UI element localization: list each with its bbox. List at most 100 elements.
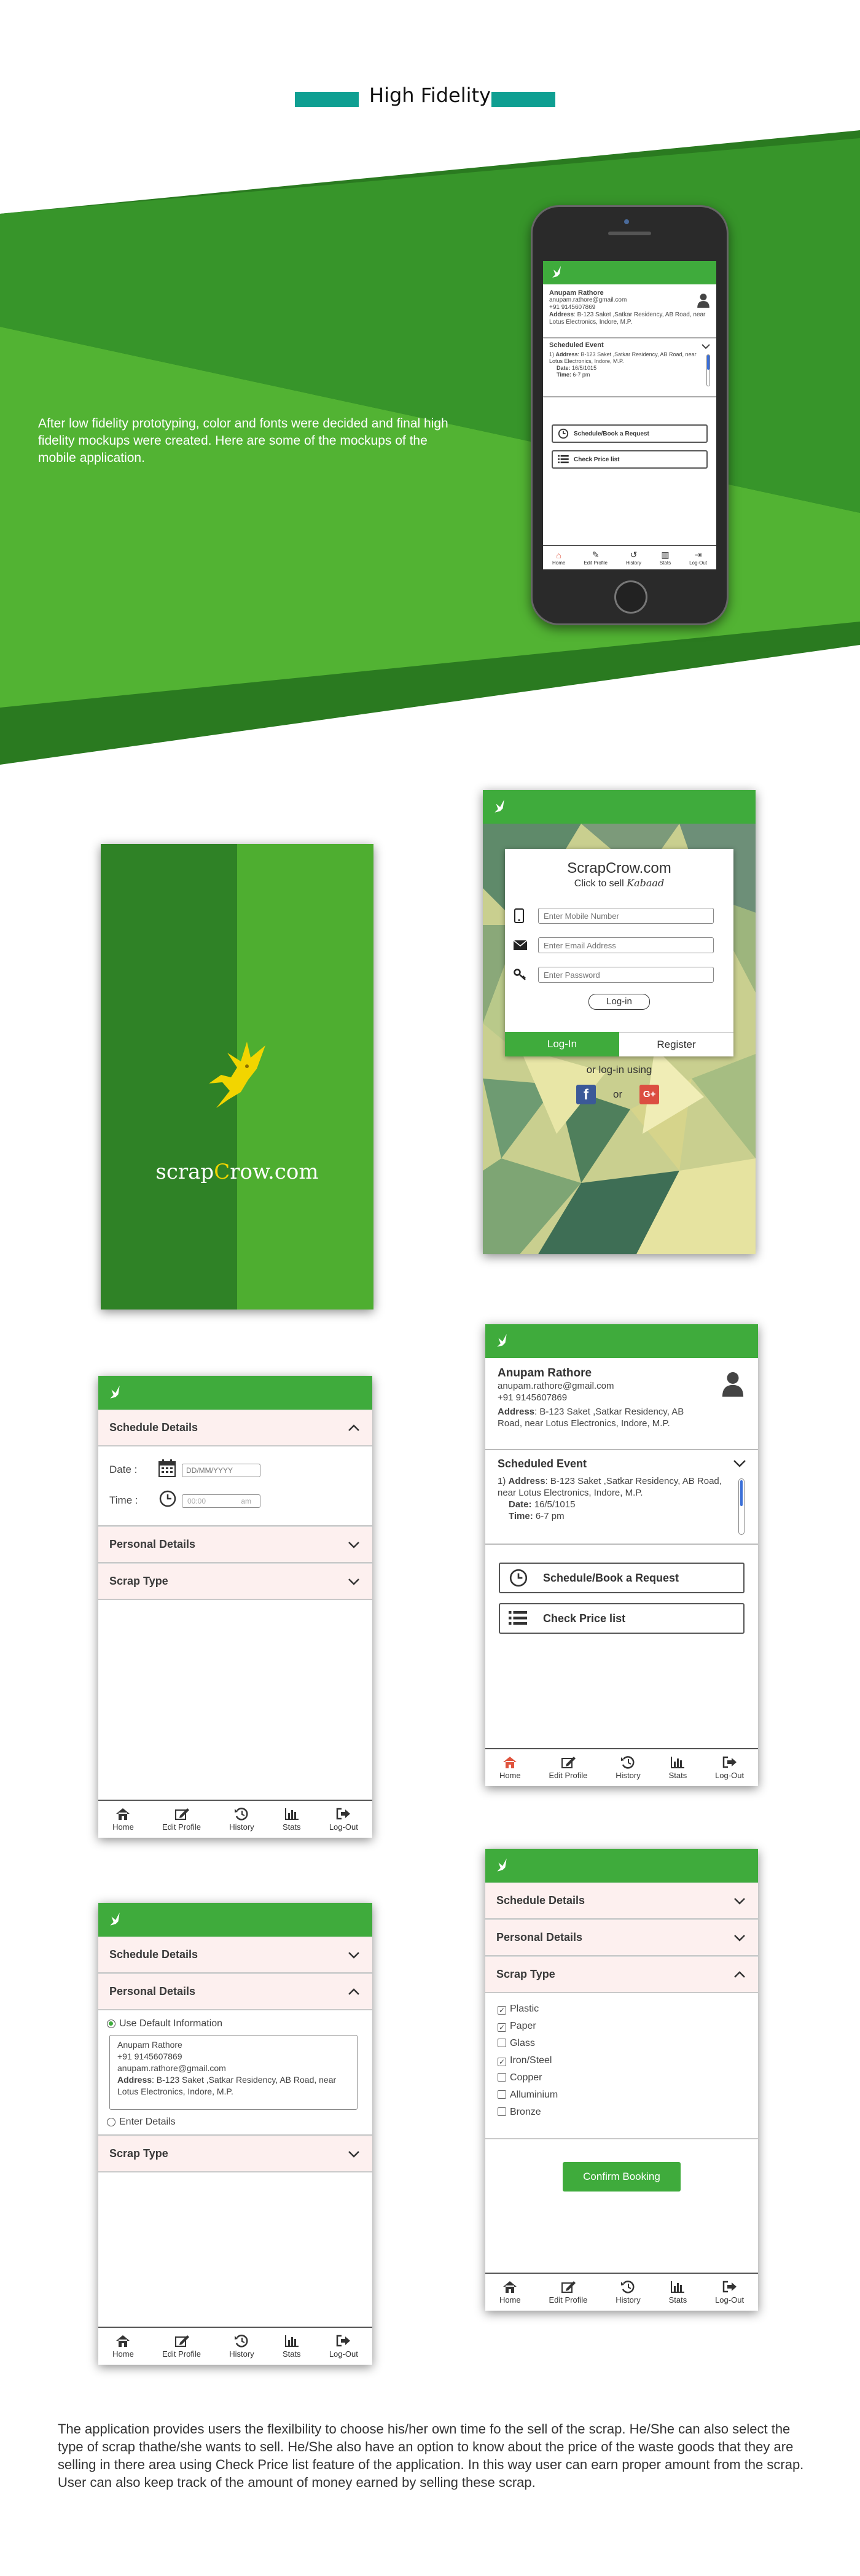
password-input[interactable] xyxy=(538,967,714,983)
nav-logout[interactable]: Log-Out xyxy=(715,2280,744,2305)
section-schedule-details[interactable]: Schedule Details xyxy=(485,1883,758,1919)
section-scrap-type[interactable]: Scrap Type xyxy=(485,1956,758,1993)
nav-edit-profile[interactable]: Edit Profile xyxy=(162,1807,201,1832)
nav-edit-profile[interactable]: Edit Profile xyxy=(549,2280,587,2305)
nav-home[interactable]: Home xyxy=(112,1807,134,1832)
nav-history[interactable]: History xyxy=(616,1755,641,1780)
enter-details-radio[interactable]: Enter Details xyxy=(107,2116,176,2128)
date-input[interactable] xyxy=(182,1464,260,1477)
mobile-input[interactable] xyxy=(538,908,714,924)
facebook-icon[interactable]: f xyxy=(576,1085,596,1104)
default-info-box: Anupam Rathore +91 9145607869 anupam.rat… xyxy=(109,2035,358,2110)
nav-stats[interactable]: Stats xyxy=(283,1807,301,1832)
checkbox-checked[interactable]: ✓ xyxy=(498,2058,506,2066)
crow-icon xyxy=(497,1333,507,1347)
personal-address-label: Address xyxy=(117,2075,152,2085)
section-personal-details[interactable]: Personal Details xyxy=(485,1919,758,1956)
mini-scrollbar xyxy=(706,354,710,386)
chevron-down-icon[interactable] xyxy=(732,1458,747,1470)
scrap-option-paper[interactable]: ✓ Paper xyxy=(498,2018,746,2035)
green-banner xyxy=(0,130,860,765)
tab-login[interactable]: Log-In xyxy=(505,1032,619,1056)
mini-nav-stats[interactable]: ▥ Stats xyxy=(660,550,671,566)
event-address-label: Address xyxy=(508,1476,545,1486)
section-schedule-details[interactable]: Schedule Details xyxy=(98,1410,372,1446)
nav-logout[interactable]: Log-Out xyxy=(329,2334,358,2359)
section-personal-details[interactable]: Personal Details xyxy=(98,1973,372,2010)
scrollbar-thumb[interactable] xyxy=(740,1480,743,1506)
mini-schedule-button[interactable]: Schedule/Book a Request xyxy=(552,424,708,443)
nav-history[interactable]: History xyxy=(229,1807,254,1832)
nav-history[interactable]: History xyxy=(616,2280,641,2305)
nav-logout[interactable]: Log-Out xyxy=(715,1755,744,1780)
stats-icon xyxy=(671,1757,685,1768)
checkbox-unchecked[interactable] xyxy=(498,2073,506,2082)
phone-speaker xyxy=(608,232,651,235)
event-scrollbar[interactable] xyxy=(738,1478,745,1535)
mini-price-label: Check Price list xyxy=(574,456,620,463)
login-app-bar xyxy=(483,790,756,824)
time-input[interactable]: 00:00 am xyxy=(182,1494,260,1508)
scrap-option-plastic[interactable]: ✓ Plastic xyxy=(498,2000,746,2018)
checkbox-checked[interactable]: ✓ xyxy=(498,2006,506,2015)
section-scrap-type[interactable]: Scrap Type xyxy=(98,1563,372,1600)
radio-checked[interactable] xyxy=(107,2019,115,2028)
mini-price-button[interactable]: Check Price list xyxy=(552,450,708,469)
mini-nav-edit[interactable]: ✎ Edit Profile xyxy=(584,550,608,566)
password-row xyxy=(514,967,714,983)
scheduled-title: Scheduled Event xyxy=(498,1458,587,1470)
section-scrap-type[interactable]: Scrap Type xyxy=(98,2136,372,2172)
nav-edit-profile[interactable]: Edit Profile xyxy=(549,1755,587,1780)
login-title: ScrapCrow.com xyxy=(567,860,671,876)
chevron-down-icon xyxy=(348,1951,359,1959)
radio-unchecked[interactable] xyxy=(107,2117,115,2126)
mini-scheduled-title: Scheduled Event xyxy=(549,342,604,349)
scrap-option-glass[interactable]: Glass xyxy=(498,2035,746,2052)
nav-edit-profile[interactable]: Edit Profile xyxy=(162,2334,201,2359)
scrap-option-copper[interactable]: Copper xyxy=(498,2069,746,2086)
mini-time-label: Time: xyxy=(557,372,571,378)
nav-home[interactable]: Home xyxy=(499,2280,521,2305)
section-personal-details[interactable]: Personal Details xyxy=(98,1526,372,1563)
confirm-booking-button[interactable]: Confirm Booking xyxy=(563,2162,681,2192)
social-row: f or G+ xyxy=(576,1085,660,1104)
mini-nav-home[interactable]: ⌂ Home xyxy=(552,550,565,566)
profile-email: anupam.rathore@gmail.com xyxy=(498,1381,614,1391)
nav-home[interactable]: Home xyxy=(499,1755,521,1780)
nav-stats[interactable]: Stats xyxy=(283,2334,301,2359)
checkbox-checked[interactable]: ✓ xyxy=(498,2023,506,2032)
mini-nav-history[interactable]: ↺ History xyxy=(626,550,641,566)
login-button[interactable]: Log-in xyxy=(588,994,650,1010)
scrap-option-iron-steel[interactable]: ✓ Iron/Steel xyxy=(498,2052,746,2069)
scrap-option-bronze[interactable]: Bronze xyxy=(498,2104,746,2121)
mini-nav-logout[interactable]: ⇥ Log-Out xyxy=(689,550,707,566)
nav-history[interactable]: History xyxy=(229,2334,254,2359)
nav-stats[interactable]: Stats xyxy=(669,2280,687,2305)
use-default-radio[interactable]: Use Default Information xyxy=(107,2018,222,2029)
scrap-option-alluminium[interactable]: Alluminium xyxy=(498,2086,746,2104)
section-schedule-details[interactable]: Schedule Details xyxy=(98,1937,372,1973)
check-price-label: Check Price list xyxy=(543,1612,626,1625)
nav-stats[interactable]: Stats xyxy=(669,1755,687,1780)
schedule-request-button[interactable]: Schedule/Book a Request xyxy=(499,1563,745,1593)
crow-icon xyxy=(110,1385,120,1399)
login-tagline: Click to sell Kabaad xyxy=(574,877,665,889)
nav-logout[interactable]: Log-Out xyxy=(329,1807,358,1832)
check-price-button[interactable]: Check Price list xyxy=(499,1603,745,1634)
checkbox-unchecked[interactable] xyxy=(498,2090,506,2099)
bottom-nav: Home Edit Profile History Stats Log-Out xyxy=(98,2327,372,2365)
edit-icon xyxy=(174,1808,189,1820)
checkbox-unchecked[interactable] xyxy=(498,2107,506,2116)
chevron-down-icon xyxy=(348,1541,359,1548)
email-input[interactable] xyxy=(538,937,714,953)
mini-time-value: 6-7 pm xyxy=(573,372,590,378)
address-label: Address xyxy=(498,1407,535,1417)
google-plus-icon[interactable]: G+ xyxy=(639,1085,660,1104)
crow-icon xyxy=(495,799,504,813)
intro-text: After low fidelity prototyping, color an… xyxy=(38,416,448,465)
tab-register[interactable]: Register xyxy=(619,1032,733,1056)
mini-chevron-down-icon xyxy=(702,344,710,349)
checkbox-unchecked[interactable] xyxy=(498,2039,506,2047)
nav-home[interactable]: Home xyxy=(112,2334,134,2359)
time-label: Time : xyxy=(109,1494,138,1506)
